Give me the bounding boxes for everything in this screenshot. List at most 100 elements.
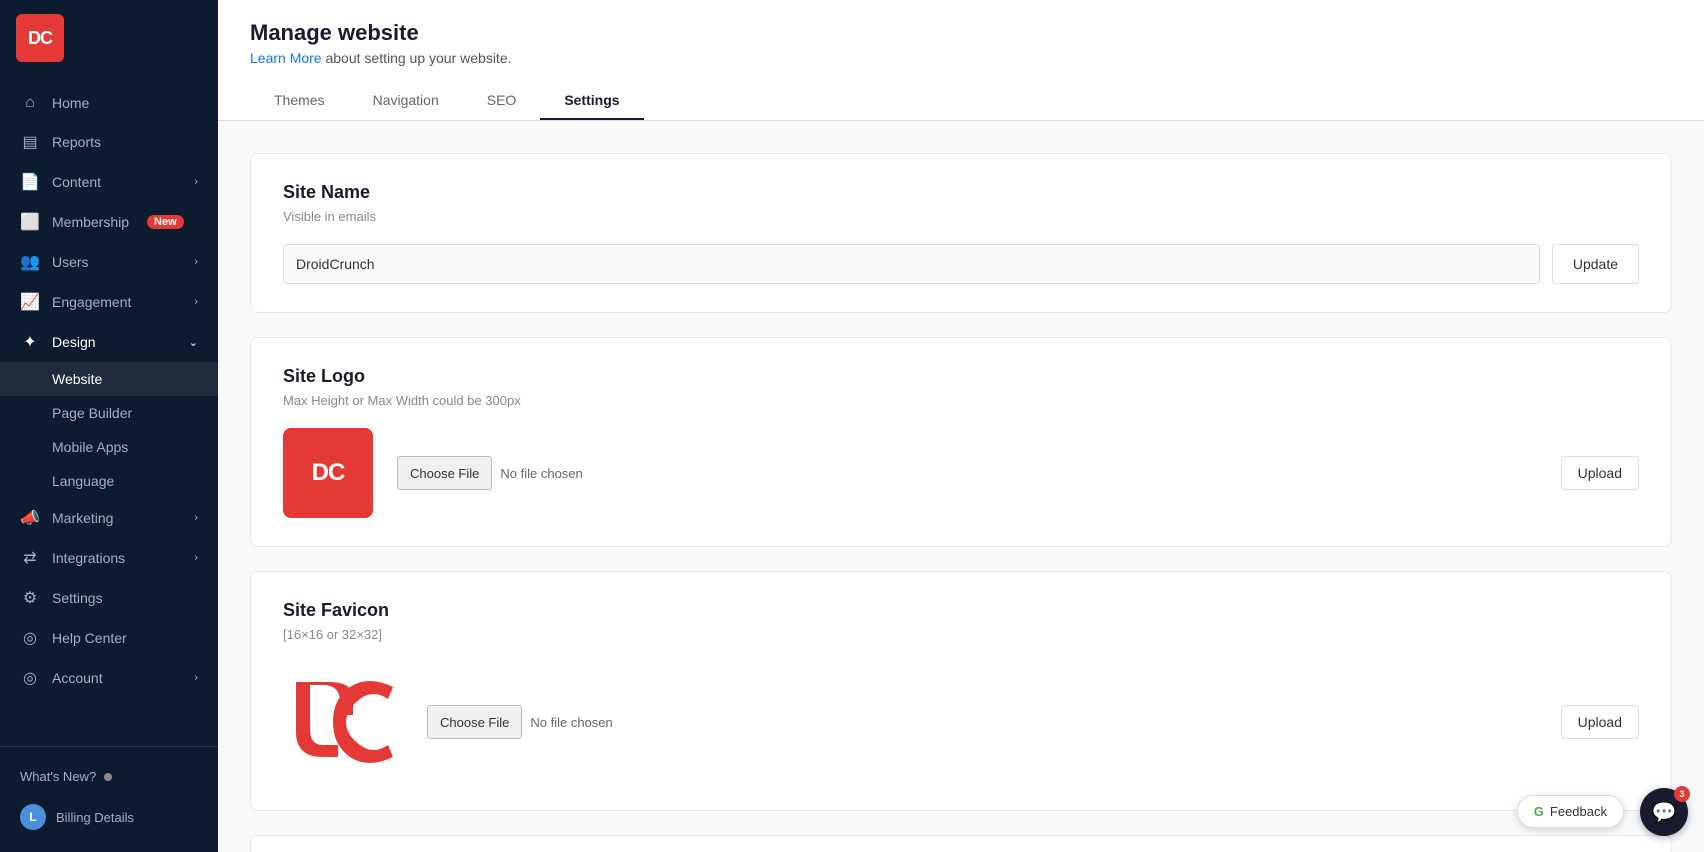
sidebar-item-account-label: Account [52,670,103,686]
help-icon: ◎ [20,628,40,648]
sidebar-item-engagement[interactable]: 📈 Engagement › [0,282,218,322]
logo-upload-button[interactable]: Upload [1561,456,1639,490]
tabs-bar: Themes Navigation SEO Settings [250,82,1672,120]
site-logo-description: Max Height or Max Width could be 300px [283,393,1639,408]
site-logo-title: Site Logo [283,366,1639,387]
site-name-input[interactable] [283,244,1540,284]
tab-themes[interactable]: Themes [250,82,349,120]
sidebar-subitem-mobile-apps[interactable]: Mobile Apps [0,430,218,464]
tab-settings[interactable]: Settings [540,82,643,120]
site-logo-section: Site Logo Max Height or Max Width could … [250,337,1672,547]
sidebar-item-content-label: Content [52,174,101,190]
sidebar-logo-area: DC [0,0,218,76]
site-favicon-title: Site Favicon [283,600,1639,621]
logo-upload-group: Choose File No file chosen Upload [397,456,1639,490]
sidebar-item-membership[interactable]: ⬜ Membership New [0,202,218,242]
page-subtitle: Learn More about setting up your website… [250,50,1672,66]
billing-label: Billing Details [56,810,134,825]
sidebar-item-design[interactable]: ✦ Design ⌄ [0,322,218,362]
design-icon: ✦ [20,332,40,352]
integrations-icon: ⇄ [20,548,40,568]
sidebar-item-home-label: Home [52,95,89,111]
sidebar-item-membership-label: Membership [52,214,129,230]
site-logo-row: DC Choose File No file chosen Upload [283,428,1639,518]
sidebar-item-integrations[interactable]: ⇄ Integrations › [0,538,218,578]
sidebar-item-content[interactable]: 📄 Content › [0,162,218,202]
sidebar-subitem-website-label: Website [52,371,102,387]
sidebar-subitem-page-builder-label: Page Builder [52,405,132,421]
users-icon: 👥 [20,252,40,272]
page-title: Manage website [250,20,1672,46]
sidebar-subitem-page-builder[interactable]: Page Builder [0,396,218,430]
account-chevron-icon: › [194,672,198,684]
content-icon: 📄 [20,172,40,192]
sidebar-nav: ⌂ Home ▤ Reports 📄 Content › ⬜ Membershi… [0,76,218,746]
sidebar-item-settings-label: Settings [52,590,103,606]
learn-more-link[interactable]: Learn More [250,50,322,66]
logo-no-file-text: No file chosen [500,466,1552,481]
site-favicon-preview [283,662,403,782]
content-chevron-icon: › [194,176,198,188]
billing-details-item[interactable]: L Billing Details [0,794,218,840]
sidebar-item-users-label: Users [52,254,89,270]
sidebar-subitem-mobile-apps-label: Mobile Apps [52,439,128,455]
sidebar-item-home[interactable]: ⌂ Home [0,84,218,122]
subtitle-text: about setting up your website. [325,50,511,66]
account-icon: ◎ [20,668,40,688]
chat-button[interactable]: 💬 3 [1640,788,1688,836]
sidebar-item-help[interactable]: ◎ Help Center [0,618,218,658]
engagement-icon: 📈 [20,292,40,312]
chat-badge: 3 [1674,786,1690,802]
site-logo-preview: DC [283,428,373,518]
site-name-update-button[interactable]: Update [1552,244,1639,284]
reports-icon: ▤ [20,132,40,152]
page-header: Manage website Learn More about setting … [218,0,1704,121]
chat-icon: 💬 [1652,800,1677,825]
app-logo: DC [16,14,64,62]
content-area: Site Name Visible in emails Update Site … [218,121,1704,852]
tab-navigation[interactable]: Navigation [349,82,463,120]
sidebar-item-help-label: Help Center [52,630,127,646]
site-name-form: Update [283,244,1639,284]
favicon-no-file-text: No file chosen [530,715,1552,730]
sidebar-item-marketing[interactable]: 📣 Marketing › [0,498,218,538]
marketing-icon: 📣 [20,508,40,528]
sidebar-item-settings[interactable]: ⚙ Settings [0,578,218,618]
membership-badge: New [147,215,184,229]
whats-new-dot-icon [104,773,112,781]
logo-preview-text: DC [312,459,345,487]
sidebar-subitem-language-label: Language [52,473,114,489]
feedback-label: Feedback [1550,804,1607,819]
site-favicon-description: [16×16 or 32×32] [283,627,1639,642]
sidebar-item-account[interactable]: ◎ Account › [0,658,218,698]
sidebar-subitem-website[interactable]: Website [0,362,218,396]
favicon-choose-file-button[interactable]: Choose File [427,705,522,739]
feedback-button[interactable]: G Feedback [1517,795,1624,828]
whats-new-item[interactable]: What's New? [0,759,218,794]
site-name-description: Visible in emails [283,209,1639,224]
logo-choose-file-button[interactable]: Choose File [397,456,492,490]
sidebar-item-reports-label: Reports [52,134,101,150]
whats-new-label: What's New? [20,769,96,784]
site-name-title: Site Name [283,182,1639,203]
main-area: Manage website Learn More about setting … [218,0,1704,852]
integrations-chevron-icon: › [194,552,198,564]
engagement-chevron-icon: › [194,296,198,308]
sidebar-item-engagement-label: Engagement [52,294,131,310]
favicon-svg [288,667,398,777]
sidebar-item-reports[interactable]: ▤ Reports [0,122,218,162]
marketing-chevron-icon: › [194,512,198,524]
tab-seo[interactable]: SEO [463,82,541,120]
feedback-icon: G [1534,804,1544,819]
billing-avatar: L [20,804,46,830]
favicon-upload-button[interactable]: Upload [1561,705,1639,739]
home-icon: ⌂ [20,94,40,112]
sidebar: DC ⌂ Home ▤ Reports 📄 Content › ⬜ Member… [0,0,218,852]
membership-icon: ⬜ [20,212,40,232]
settings-icon: ⚙ [20,588,40,608]
sidebar-item-integrations-label: Integrations [52,550,125,566]
sidebar-item-marketing-label: Marketing [52,510,113,526]
sidebar-subitem-language[interactable]: Language [0,464,218,498]
custom-scripts-section: Add Custom Scripts and CSS [250,835,1672,852]
sidebar-item-users[interactable]: 👥 Users › [0,242,218,282]
